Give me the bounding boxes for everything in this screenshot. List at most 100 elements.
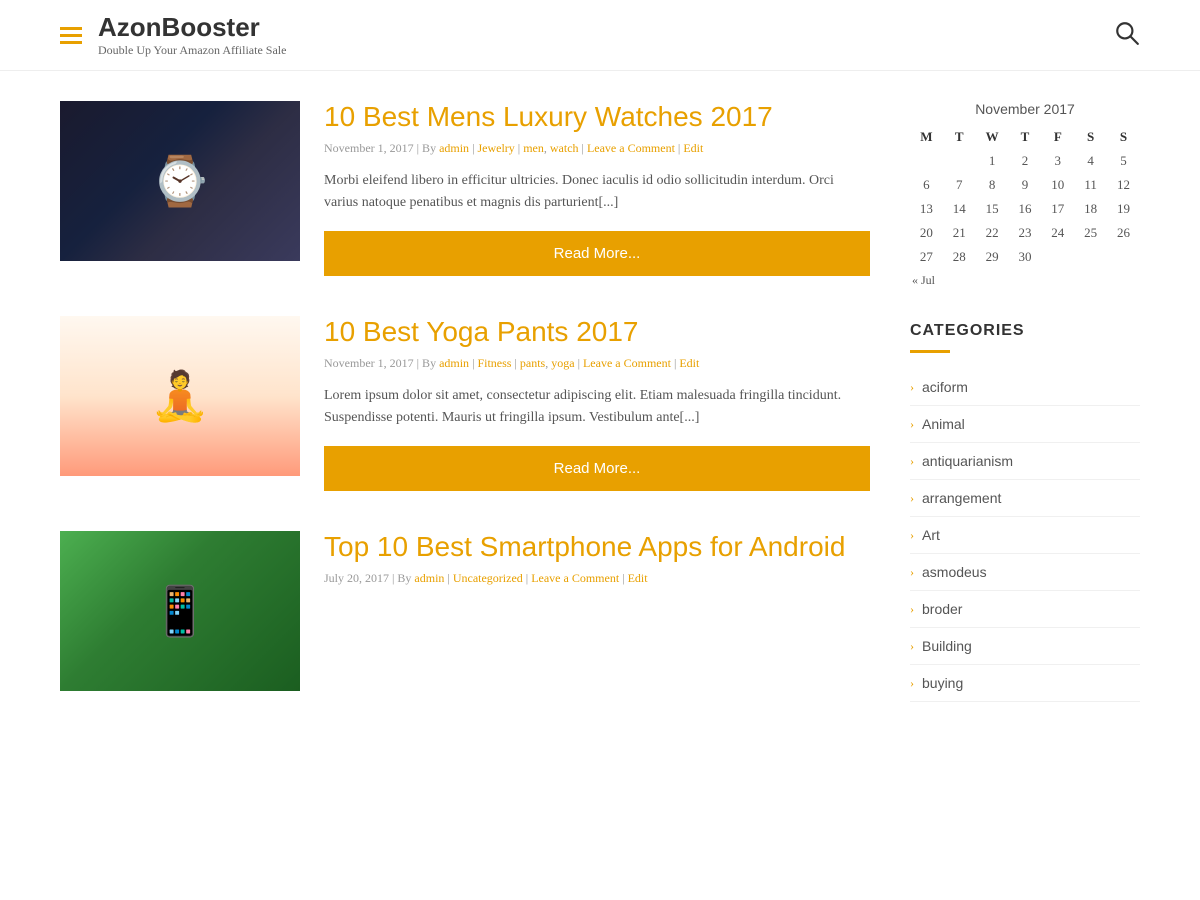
calendar-day[interactable]: 7 <box>943 173 976 197</box>
post-title[interactable]: Top 10 Best Smartphone Apps for Android <box>324 531 870 563</box>
calendar-title: November 2017 <box>910 101 1140 117</box>
category-item[interactable]: › antiquarianism <box>910 443 1140 480</box>
post-edit[interactable]: Edit <box>679 356 699 370</box>
category-item[interactable]: › Building <box>910 628 1140 665</box>
calendar-day[interactable]: 30 <box>1009 245 1042 269</box>
calendar-day[interactable]: 4 <box>1074 149 1107 173</box>
post-edit[interactable]: Edit <box>683 141 703 155</box>
calendar-day-header: S <box>1107 125 1140 149</box>
calendar-day[interactable]: 24 <box>1041 221 1074 245</box>
category-arrow-icon: › <box>910 454 914 469</box>
post-category[interactable]: Fitness <box>477 356 511 370</box>
calendar-day[interactable]: 11 <box>1074 173 1107 197</box>
calendar-day[interactable]: 21 <box>943 221 976 245</box>
categories-list: ›aciform›Animal›antiquarianism›arrangeme… <box>910 369 1140 702</box>
post-tag-pants[interactable]: pants <box>520 356 545 370</box>
calendar-day[interactable]: 9 <box>1009 173 1042 197</box>
page-container: 10 Best Mens Luxury Watches 2017 Novembe… <box>0 71 1200 761</box>
calendar-day[interactable]: 22 <box>976 221 1009 245</box>
calendar-day[interactable]: 23 <box>1009 221 1042 245</box>
post-author[interactable]: admin <box>414 571 444 585</box>
post-tag-watch[interactable]: watch <box>550 141 579 155</box>
post-date: November 1, 2017 <box>324 141 414 155</box>
calendar-day[interactable]: 10 <box>1041 173 1074 197</box>
category-item[interactable]: ›broder <box>910 591 1140 628</box>
post-category[interactable]: Jewelry <box>477 141 514 155</box>
calendar-day[interactable]: 15 <box>976 197 1009 221</box>
calendar-day[interactable]: 18 <box>1074 197 1107 221</box>
calendar-day[interactable]: 5 <box>1107 149 1140 173</box>
post-item: 10 Best Mens Luxury Watches 2017 Novembe… <box>60 101 870 276</box>
post-body: 10 Best Mens Luxury Watches 2017 Novembe… <box>324 101 870 276</box>
calendar-day[interactable]: 16 <box>1009 197 1042 221</box>
category-label: Building <box>922 638 972 654</box>
read-more-button[interactable]: Read More... <box>324 446 870 491</box>
post-thumbnail <box>60 101 300 261</box>
post-date: November 1, 2017 <box>324 356 414 370</box>
categories-underline <box>910 350 950 353</box>
read-more-button[interactable]: Read More... <box>324 231 870 276</box>
post-meta: November 1, 2017 | By admin | Jewelry | … <box>324 141 870 156</box>
category-item[interactable]: › buying <box>910 665 1140 702</box>
post-author[interactable]: admin <box>439 141 469 155</box>
post-thumbnail <box>60 531 300 691</box>
categories-widget: CATEGORIES ›aciform›Animal›antiquarianis… <box>910 322 1140 702</box>
calendar-day[interactable]: 12 <box>1107 173 1140 197</box>
category-item[interactable]: ›Animal <box>910 406 1140 443</box>
category-item[interactable]: ›asmodeus <box>910 554 1140 591</box>
post-body: 10 Best Yoga Pants 2017 November 1, 2017… <box>324 316 870 491</box>
category-item[interactable]: ›arrangement <box>910 480 1140 517</box>
category-label: antiquarianism <box>922 453 1013 469</box>
calendar-day[interactable]: 8 <box>976 173 1009 197</box>
category-arrow-icon: › <box>910 380 914 395</box>
header-left: AzonBooster Double Up Your Amazon Affili… <box>60 12 286 58</box>
post-date: July 20, 2017 <box>324 571 389 585</box>
calendar-day[interactable]: 25 <box>1074 221 1107 245</box>
calendar-day-header: M <box>910 125 943 149</box>
category-item[interactable]: ›Art <box>910 517 1140 554</box>
search-button[interactable] <box>1114 20 1140 51</box>
calendar-day[interactable]: 3 <box>1041 149 1074 173</box>
post-comments[interactable]: Leave a Comment <box>583 356 671 370</box>
calendar-day[interactable]: 6 <box>910 173 943 197</box>
calendar-day <box>1107 245 1140 269</box>
post-thumbnail <box>60 316 300 476</box>
sidebar: November 2017 MTWTFSS 123456789101112131… <box>910 101 1140 731</box>
calendar-day[interactable]: 13 <box>910 197 943 221</box>
calendar-day[interactable]: 26 <box>1107 221 1140 245</box>
hamburger-menu[interactable] <box>60 27 82 44</box>
calendar-day[interactable]: 27 <box>910 245 943 269</box>
calendar-widget: November 2017 MTWTFSS 123456789101112131… <box>910 101 1140 292</box>
category-label: buying <box>922 675 963 691</box>
calendar-day-header: F <box>1041 125 1074 149</box>
post-edit[interactable]: Edit <box>628 571 648 585</box>
post-meta: November 1, 2017 | By admin | Fitness | … <box>324 356 870 371</box>
calendar-day[interactable]: 2 <box>1009 149 1042 173</box>
post-item: Top 10 Best Smartphone Apps for Android … <box>60 531 870 691</box>
calendar-day[interactable]: 20 <box>910 221 943 245</box>
site-branding: AzonBooster Double Up Your Amazon Affili… <box>98 12 286 58</box>
post-title[interactable]: 10 Best Mens Luxury Watches 2017 <box>324 101 870 133</box>
calendar-day[interactable]: 1 <box>976 149 1009 173</box>
post-comments[interactable]: Leave a Comment <box>531 571 619 585</box>
calendar-day-header: T <box>1009 125 1042 149</box>
category-arrow-icon: › <box>910 639 914 654</box>
category-item[interactable]: ›aciform <box>910 369 1140 406</box>
calendar-day[interactable]: 28 <box>943 245 976 269</box>
categories-heading: CATEGORIES <box>910 322 1140 340</box>
calendar-prev-nav[interactable]: « Jul <box>910 269 1140 292</box>
calendar-day <box>1041 245 1074 269</box>
post-tag-yoga[interactable]: yoga <box>551 356 574 370</box>
post-category[interactable]: Uncategorized <box>453 571 523 585</box>
calendar-day[interactable]: 17 <box>1041 197 1074 221</box>
category-arrow-icon: › <box>910 417 914 432</box>
post-tag-men[interactable]: men <box>523 141 544 155</box>
calendar-day[interactable]: 14 <box>943 197 976 221</box>
post-author[interactable]: admin <box>439 356 469 370</box>
post-excerpt: Morbi eleifend libero in efficitur ultri… <box>324 170 870 215</box>
post-title[interactable]: 10 Best Yoga Pants 2017 <box>324 316 870 348</box>
post-comments[interactable]: Leave a Comment <box>587 141 675 155</box>
category-arrow-icon: › <box>910 676 914 691</box>
calendar-day[interactable]: 29 <box>976 245 1009 269</box>
calendar-day[interactable]: 19 <box>1107 197 1140 221</box>
